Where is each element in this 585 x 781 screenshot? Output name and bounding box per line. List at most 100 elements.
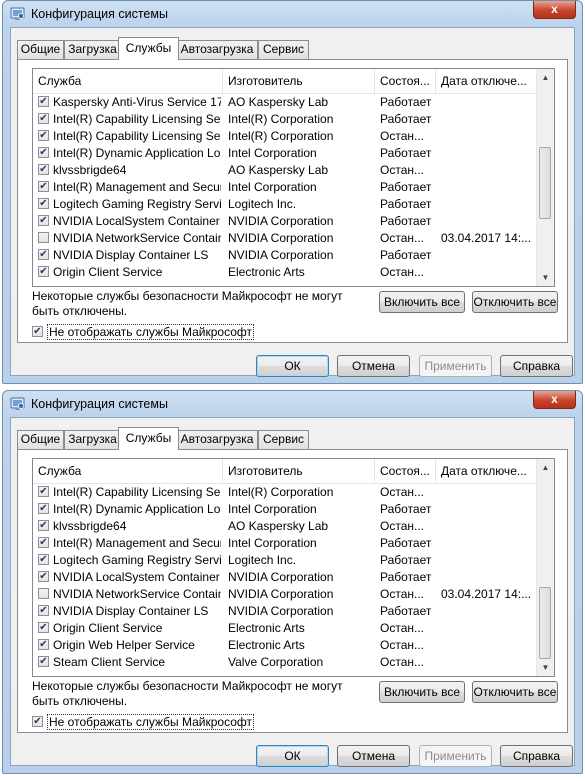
service-checkbox[interactable]: ✔ xyxy=(38,96,49,107)
help-button[interactable]: Справка xyxy=(500,745,573,767)
service-row[interactable]: ✔ Intel(R) Management and Securi... Inte… xyxy=(33,535,538,552)
service-checkbox[interactable]: ✔ xyxy=(38,656,49,667)
service-row[interactable]: ✔ Steam Client Service Valve Corporation… xyxy=(33,654,538,671)
title-bar[interactable]: Конфигурация системы xyxy=(3,391,582,417)
service-checkbox[interactable] xyxy=(38,588,49,599)
help-button[interactable]: Справка xyxy=(500,355,573,377)
service-checkbox[interactable]: ✔ xyxy=(38,249,49,260)
service-row[interactable]: ✔ Logitech Gaming Registry Service Logit… xyxy=(33,196,538,213)
service-row[interactable]: ✔ NVIDIA LocalSystem Container NVIDIA Co… xyxy=(33,213,538,230)
scroll-up-icon[interactable]: ▲ xyxy=(537,459,554,476)
hide-ms-services-checkbox[interactable]: ✔ xyxy=(32,716,43,727)
ok-button[interactable]: ОК xyxy=(256,355,329,377)
scroll-down-icon[interactable]: ▼ xyxy=(537,269,554,286)
hide-ms-services-label[interactable]: Не отображать службы Майкрософт xyxy=(47,324,255,340)
column-header-0[interactable]: Служба xyxy=(33,69,223,93)
column-header-3[interactable]: Дата отключе... xyxy=(436,459,538,483)
tab-1[interactable]: Загрузка xyxy=(64,40,121,59)
vertical-scrollbar[interactable]: ▲ ▼ xyxy=(536,69,554,286)
scroll-up-icon[interactable]: ▲ xyxy=(537,69,554,86)
service-row[interactable]: NVIDIA NetworkService Container NVIDIA C… xyxy=(33,586,538,603)
service-checkbox[interactable]: ✔ xyxy=(38,622,49,633)
scroll-thumb[interactable] xyxy=(539,587,551,659)
services-list[interactable]: Служба Изготовитель Состоя... Дата отключе.… xyxy=(32,458,555,677)
tab-3[interactable]: Автозагрузка xyxy=(176,430,258,449)
service-row[interactable]: ✔ klvssbrigde64 AO Kaspersky Lab Остан..… xyxy=(33,162,538,179)
disable-all-button[interactable]: Отключить все xyxy=(472,681,558,703)
service-row[interactable]: ✔ Origin Web Helper Service Electronic A… xyxy=(33,637,538,654)
service-checkbox[interactable]: ✔ xyxy=(38,486,49,497)
service-checkbox[interactable]: ✔ xyxy=(38,537,49,548)
service-row[interactable]: ✔ Kaspersky Anti-Virus Service 17.... AO… xyxy=(33,94,538,111)
service-name: NVIDIA LocalSystem Container xyxy=(53,214,220,228)
hide-ms-services-label[interactable]: Не отображать службы Майкрософт xyxy=(47,714,255,730)
service-row[interactable]: ✔ klvssbrigde64 AO Kaspersky Lab Остан..… xyxy=(33,518,538,535)
apply-button[interactable]: Применить xyxy=(419,355,492,377)
service-checkbox[interactable]: ✔ xyxy=(38,198,49,209)
service-row[interactable]: ✔ Intel(R) Management and Securi... Inte… xyxy=(33,179,538,196)
service-row[interactable]: ✔ NVIDIA Display Container LS NVIDIA Cor… xyxy=(33,247,538,264)
cancel-button[interactable]: Отмена xyxy=(337,355,410,377)
disable-all-button[interactable]: Отключить все xyxy=(472,291,558,313)
service-row[interactable]: ✔ NVIDIA LocalSystem Container NVIDIA Co… xyxy=(33,569,538,586)
service-row[interactable]: ✔ Intel(R) Dynamic Application Loa... In… xyxy=(33,501,538,518)
column-header-3[interactable]: Дата отключе... xyxy=(436,69,538,93)
column-header-2[interactable]: Состоя... xyxy=(375,69,436,93)
close-button[interactable]: x xyxy=(533,1,576,19)
tab-3[interactable]: Автозагрузка xyxy=(176,40,258,59)
enable-all-button[interactable]: Включить все xyxy=(379,681,465,703)
service-checkbox[interactable]: ✔ xyxy=(38,503,49,514)
service-checkbox[interactable]: ✔ xyxy=(38,571,49,582)
apply-button[interactable]: Применить xyxy=(419,745,492,767)
service-status: Остан... xyxy=(380,519,424,533)
service-date xyxy=(441,264,536,281)
column-header-0[interactable]: Служба xyxy=(33,459,223,483)
scroll-down-icon[interactable]: ▼ xyxy=(537,659,554,676)
service-row[interactable]: ✔ Intel(R) Capability Licensing Ser... I… xyxy=(33,111,538,128)
service-checkbox[interactable]: ✔ xyxy=(38,554,49,565)
service-checkbox[interactable]: ✔ xyxy=(38,215,49,226)
service-status: Остан... xyxy=(380,129,424,143)
close-button[interactable]: x xyxy=(533,391,576,409)
service-vendor: Electronic Arts xyxy=(228,638,305,652)
column-header-1[interactable]: Изготовитель xyxy=(223,459,375,483)
service-row[interactable]: ✔ Logitech Gaming Registry Service Logit… xyxy=(33,552,538,569)
tab-0[interactable]: Общие xyxy=(17,430,64,449)
vertical-scrollbar[interactable]: ▲ ▼ xyxy=(536,459,554,676)
tab-1[interactable]: Загрузка xyxy=(64,430,121,449)
service-row[interactable]: ✔ Intel(R) Dynamic Application Loa... In… xyxy=(33,145,538,162)
service-checkbox[interactable]: ✔ xyxy=(38,147,49,158)
enable-all-button[interactable]: Включить все xyxy=(379,291,465,313)
scroll-thumb[interactable] xyxy=(539,147,551,220)
hide-ms-services-checkbox[interactable]: ✔ xyxy=(32,326,43,337)
service-checkbox[interactable]: ✔ xyxy=(38,639,49,650)
service-checkbox[interactable]: ✔ xyxy=(38,130,49,141)
cancel-button[interactable]: Отмена xyxy=(337,745,410,767)
service-row[interactable]: ✔ Intel(R) Capability Licensing Ser... I… xyxy=(33,484,538,501)
tab-4[interactable]: Сервис xyxy=(258,40,309,59)
service-row[interactable]: ✔ Origin Client Service Electronic Arts … xyxy=(33,264,538,281)
dialog-body: Общие Загрузка Службы Автозагрузка Сервис Слу… xyxy=(10,27,575,377)
service-checkbox[interactable]: ✔ xyxy=(38,605,49,616)
service-row[interactable]: ✔ Intel(R) Capability Licensing Ser... I… xyxy=(33,128,538,145)
tab-2[interactable]: Службы xyxy=(118,37,179,60)
service-checkbox[interactable]: ✔ xyxy=(38,181,49,192)
column-header-2[interactable]: Состоя... xyxy=(375,459,436,483)
service-checkbox[interactable]: ✔ xyxy=(38,266,49,277)
tab-4[interactable]: Сервис xyxy=(258,430,309,449)
service-row[interactable]: ✔ NVIDIA Display Container LS NVIDIA Cor… xyxy=(33,603,538,620)
service-checkbox[interactable]: ✔ xyxy=(38,164,49,175)
service-status: Остан... xyxy=(380,485,424,499)
service-row[interactable]: NVIDIA NetworkService Container NVIDIA C… xyxy=(33,230,538,247)
service-row[interactable]: ✔ Origin Client Service Electronic Arts … xyxy=(33,620,538,637)
ok-button[interactable]: ОК xyxy=(256,745,329,767)
title-bar[interactable]: Конфигурация системы xyxy=(3,1,582,27)
service-checkbox[interactable] xyxy=(38,232,49,243)
service-checkbox[interactable]: ✔ xyxy=(38,113,49,124)
service-checkbox[interactable]: ✔ xyxy=(38,520,49,531)
services-list[interactable]: Служба Изготовитель Состоя... Дата отключе.… xyxy=(32,68,555,287)
tab-2[interactable]: Службы xyxy=(118,427,179,450)
service-date xyxy=(441,654,536,671)
tab-0[interactable]: Общие xyxy=(17,40,64,59)
column-header-1[interactable]: Изготовитель xyxy=(223,69,375,93)
